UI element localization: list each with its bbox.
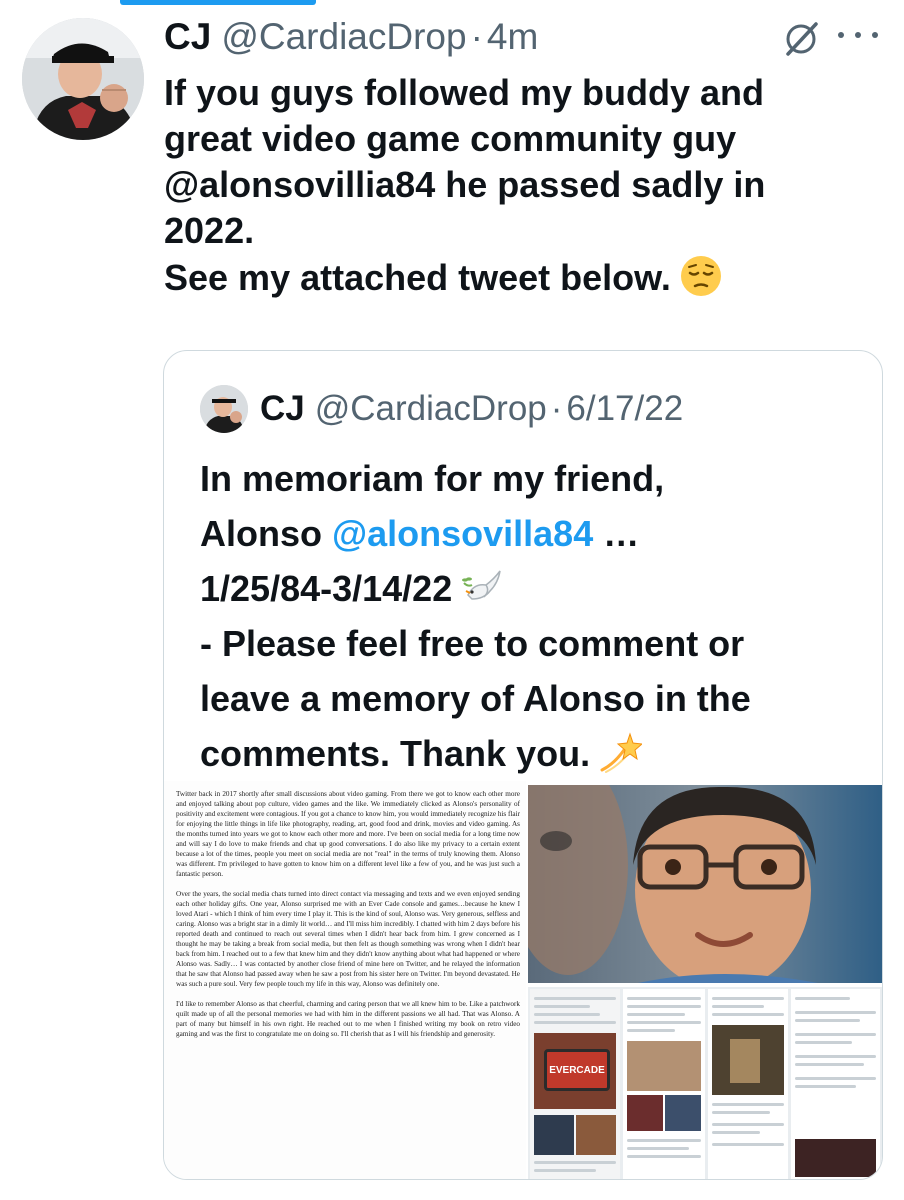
more-options-icon[interactable]	[838, 22, 878, 48]
quoted-author-avatar	[200, 385, 248, 433]
letter-paragraph: Over the years, the social media chats t…	[176, 890, 520, 988]
quoted-text-line: Alonso @alonsovilla84 …	[200, 506, 880, 561]
author-handle[interactable]: @CardiacDrop	[221, 16, 466, 58]
quoted-text: - Please feel free to comment or	[200, 623, 745, 664]
grok-icon[interactable]	[782, 20, 820, 58]
tweet-header: CJ @CardiacDrop · 4m	[164, 14, 538, 60]
quoted-author-handle: @CardiacDrop	[314, 389, 547, 428]
quoted-text: …	[593, 513, 640, 554]
tweet-text-line: If you guys followed my buddy and	[164, 72, 765, 113]
quoted-text-line: - Please feel free to comment or	[200, 616, 880, 671]
tweet-text-line: great video game community guy	[164, 118, 737, 159]
dove-icon	[460, 565, 504, 609]
quoted-text-line: In memoriam for my friend,	[200, 451, 880, 506]
quoted-text: comments. Thank you.	[200, 733, 591, 774]
evercade-label: EVERCADE	[549, 1064, 605, 1076]
screenshot-collage-image[interactable]: EVERCADE	[528, 987, 882, 1179]
author-name[interactable]: CJ	[164, 16, 211, 58]
quoted-text: In memoriam for my friend,	[200, 458, 665, 499]
quoted-text: leave a memory of Alonso in the	[200, 678, 751, 719]
header-separator: ·	[470, 16, 483, 57]
pensive-face-icon	[679, 254, 723, 298]
tweet-text: If you guys followed my buddy and great …	[164, 70, 879, 301]
author-avatar[interactable]	[22, 18, 144, 140]
letter-paragraph: I'd like to remember Alonso as that chee…	[176, 1000, 520, 1038]
quoted-text: 1/25/84-3/14/22	[200, 568, 453, 609]
quoted-tweet-text: In memoriam for my friend, Alonso @alons…	[200, 451, 880, 781]
quoted-text-line: leave a memory of Alonso in the	[200, 671, 880, 726]
quoted-media[interactable]: Twitter back in 2017 shortly after small…	[164, 781, 882, 1179]
tweet-time[interactable]: 4m	[487, 16, 538, 58]
evercade-console: EVERCADE	[544, 1049, 610, 1091]
tweet-text-line: @alonsovillia84 he passed sadly in	[164, 164, 766, 205]
quoted-tweet-date: 6/17/22	[566, 389, 684, 428]
tweet-text-last: See my attached tweet below.	[164, 257, 671, 298]
quoted-header-separator: ·	[550, 389, 563, 428]
portrait-image[interactable]	[528, 785, 882, 983]
quoted-text: Alonso	[200, 513, 332, 554]
tweet-text-line: 2022.	[164, 210, 255, 251]
letter-paragraph: Twitter back in 2017 shortly after small…	[176, 790, 520, 878]
quoted-tweet-header: CJ @CardiacDrop · 6/17/22	[260, 387, 683, 431]
dizzy-icon	[598, 730, 644, 774]
mention-link[interactable]: @alonsovilla84	[332, 513, 593, 554]
quoted-text-line: comments. Thank you.	[200, 726, 880, 781]
quoted-author-name: CJ	[260, 389, 305, 428]
tab-indicator	[120, 0, 316, 5]
tweet-text-line-last: See my attached tweet below.	[164, 254, 879, 301]
quoted-tweet[interactable]: CJ @CardiacDrop · 6/17/22 In memoriam fo…	[163, 350, 883, 1180]
memorial-letter-image[interactable]: Twitter back in 2017 shortly after small…	[164, 781, 526, 1179]
quoted-text-line: 1/25/84-3/14/22	[200, 561, 880, 616]
